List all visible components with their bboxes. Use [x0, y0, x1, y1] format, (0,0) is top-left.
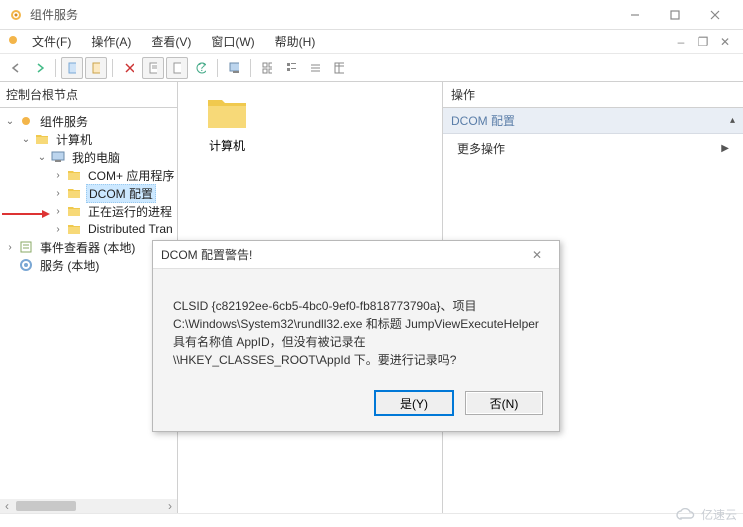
menubar: 文件(F) 操作(A) 查看(V) 窗口(W) 帮助(H) – ❐ ✕ [0, 30, 743, 54]
minimize-button[interactable] [615, 1, 655, 29]
folder-icon [66, 167, 82, 183]
view-large-icons-button[interactable] [256, 57, 278, 79]
svg-text:?: ? [199, 62, 206, 74]
toolbar-help-button[interactable]: ? [190, 57, 212, 79]
watermark: 亿速云 [675, 506, 737, 523]
tree-node-label: 正在运行的进程 [86, 203, 174, 220]
toolbar-up-button[interactable] [85, 57, 107, 79]
actions-group-title[interactable]: DCOM 配置 ▴ [443, 108, 743, 134]
actions-group-label: DCOM 配置 [451, 112, 515, 129]
menu-help[interactable]: 帮助(H) [267, 31, 324, 52]
mdi-restore-icon[interactable]: ❐ [695, 34, 711, 50]
tree-horizontal-scrollbar[interactable]: ‹ › [0, 499, 177, 513]
expand-icon[interactable]: › [52, 223, 64, 235]
toolbar-separator [250, 59, 251, 77]
scrollbar-thumb[interactable] [16, 501, 76, 511]
menu-view[interactable]: 查看(V) [143, 31, 199, 52]
mdi-minimize-icon[interactable]: – [673, 34, 689, 50]
services-icon [18, 257, 34, 273]
menu-file[interactable]: 文件(F) [24, 31, 79, 52]
actions-more-label: 更多操作 [457, 140, 505, 157]
scroll-left-icon[interactable]: ‹ [0, 499, 14, 513]
chevron-right-icon: ▶ [721, 143, 729, 154]
dcom-warning-dialog: DCOM 配置警告! ✕ CLSID {c82192ee-6cb5-4bc0-9… [152, 240, 560, 432]
tree-node-computers[interactable]: ⌄ 计算机 [0, 130, 177, 148]
collapse-icon[interactable]: ▴ [730, 115, 735, 126]
tree-node-label: 组件服务 [38, 113, 90, 130]
tree-node-services[interactable]: › 服务 (本地) [0, 256, 177, 274]
tree-node-label: COM+ 应用程序 [86, 167, 176, 184]
folder-icon [66, 203, 82, 219]
tree-node-label: 事件查看器 (本地) [38, 239, 137, 256]
view-details-button[interactable] [328, 57, 350, 79]
tree-header[interactable]: 控制台根节点 [0, 82, 177, 108]
maximize-button[interactable] [655, 1, 695, 29]
expand-icon[interactable]: ⌄ [20, 133, 32, 145]
scroll-right-icon[interactable]: › [163, 499, 177, 513]
tree-node-complus[interactable]: › COM+ 应用程序 [0, 166, 177, 184]
dialog-titlebar[interactable]: DCOM 配置警告! ✕ [153, 241, 559, 269]
mdi-close-icon[interactable]: ✕ [717, 34, 733, 50]
expand-icon[interactable]: › [52, 169, 64, 181]
tree-node-label: Distributed Tran [86, 222, 175, 236]
expand-icon[interactable]: › [4, 241, 16, 253]
expand-icon[interactable]: ⌄ [4, 115, 16, 127]
tree: ⌄ 组件服务 ⌄ 计算机 ⌄ 我的电脑 › COM+ 应用程序 › [0, 108, 177, 278]
content-item-label: 计算机 [209, 137, 245, 154]
toolbar-separator [55, 59, 56, 77]
tree-node-running[interactable]: › 正在运行的进程 [0, 202, 177, 220]
view-small-icons-button[interactable] [280, 57, 302, 79]
tree-node-label: DCOM 配置 [86, 184, 156, 203]
window-titlebar: 组件服务 [0, 0, 743, 30]
dialog-no-button[interactable]: 否(N) [465, 391, 543, 415]
window-title: 组件服务 [30, 6, 615, 23]
expand-icon[interactable]: ⌄ [36, 151, 48, 163]
folder-large-icon [206, 96, 248, 133]
statusbar [0, 513, 743, 527]
watermark-text: 亿速云 [701, 506, 737, 523]
toolbar-separator [112, 59, 113, 77]
dialog-close-button[interactable]: ✕ [523, 245, 551, 265]
actions-header: 操作 [443, 82, 743, 108]
app-icon [8, 7, 24, 23]
tree-node-dtc[interactable]: › Distributed Tran [0, 220, 177, 238]
toolbar-properties-button[interactable] [142, 57, 164, 79]
close-button[interactable] [695, 1, 735, 29]
expand-icon[interactable]: › [52, 205, 64, 217]
nav-back-button[interactable] [4, 57, 26, 79]
content-item-computers[interactable]: 计算机 [192, 96, 262, 154]
toolbar-show-tree-button[interactable] [61, 57, 83, 79]
toolbar-refresh-button[interactable] [166, 57, 188, 79]
tree-node-label: 我的电脑 [70, 149, 122, 166]
tree-node-dcom[interactable]: › DCOM 配置 [0, 184, 177, 202]
cloud-icon [675, 508, 697, 522]
app-small-icon [6, 33, 20, 50]
actions-more[interactable]: 更多操作 ▶ [443, 134, 743, 163]
nav-forward-button[interactable] [28, 57, 50, 79]
toolbar: ? [0, 54, 743, 82]
computer-icon [50, 149, 66, 165]
view-list-button[interactable] [304, 57, 326, 79]
toolbar-delete-button[interactable] [118, 57, 140, 79]
menu-window[interactable]: 窗口(W) [203, 31, 262, 52]
tree-node-component-services[interactable]: ⌄ 组件服务 [0, 112, 177, 130]
dialog-yes-button[interactable]: 是(Y) [375, 391, 453, 415]
eventviewer-icon [18, 239, 34, 255]
folder-icon [66, 221, 82, 237]
tree-node-label: 计算机 [54, 131, 94, 148]
folder-icon [34, 131, 50, 147]
tree-node-mycomputer[interactable]: ⌄ 我的电脑 [0, 148, 177, 166]
toolbar-separator [217, 59, 218, 77]
menu-action[interactable]: 操作(A) [83, 31, 139, 52]
folder-icon [66, 185, 82, 201]
dialog-title: DCOM 配置警告! [161, 246, 523, 263]
expand-icon[interactable]: › [52, 187, 64, 199]
dialog-body: CLSID {c82192ee-6cb5-4bc0-9ef0-fb8187737… [153, 269, 559, 381]
cog-icon [18, 113, 34, 129]
tree-node-label: 服务 (本地) [38, 257, 101, 274]
toolbar-computer-icon[interactable] [223, 57, 245, 79]
tree-node-eventviewer[interactable]: › 事件查看器 (本地) [0, 238, 177, 256]
